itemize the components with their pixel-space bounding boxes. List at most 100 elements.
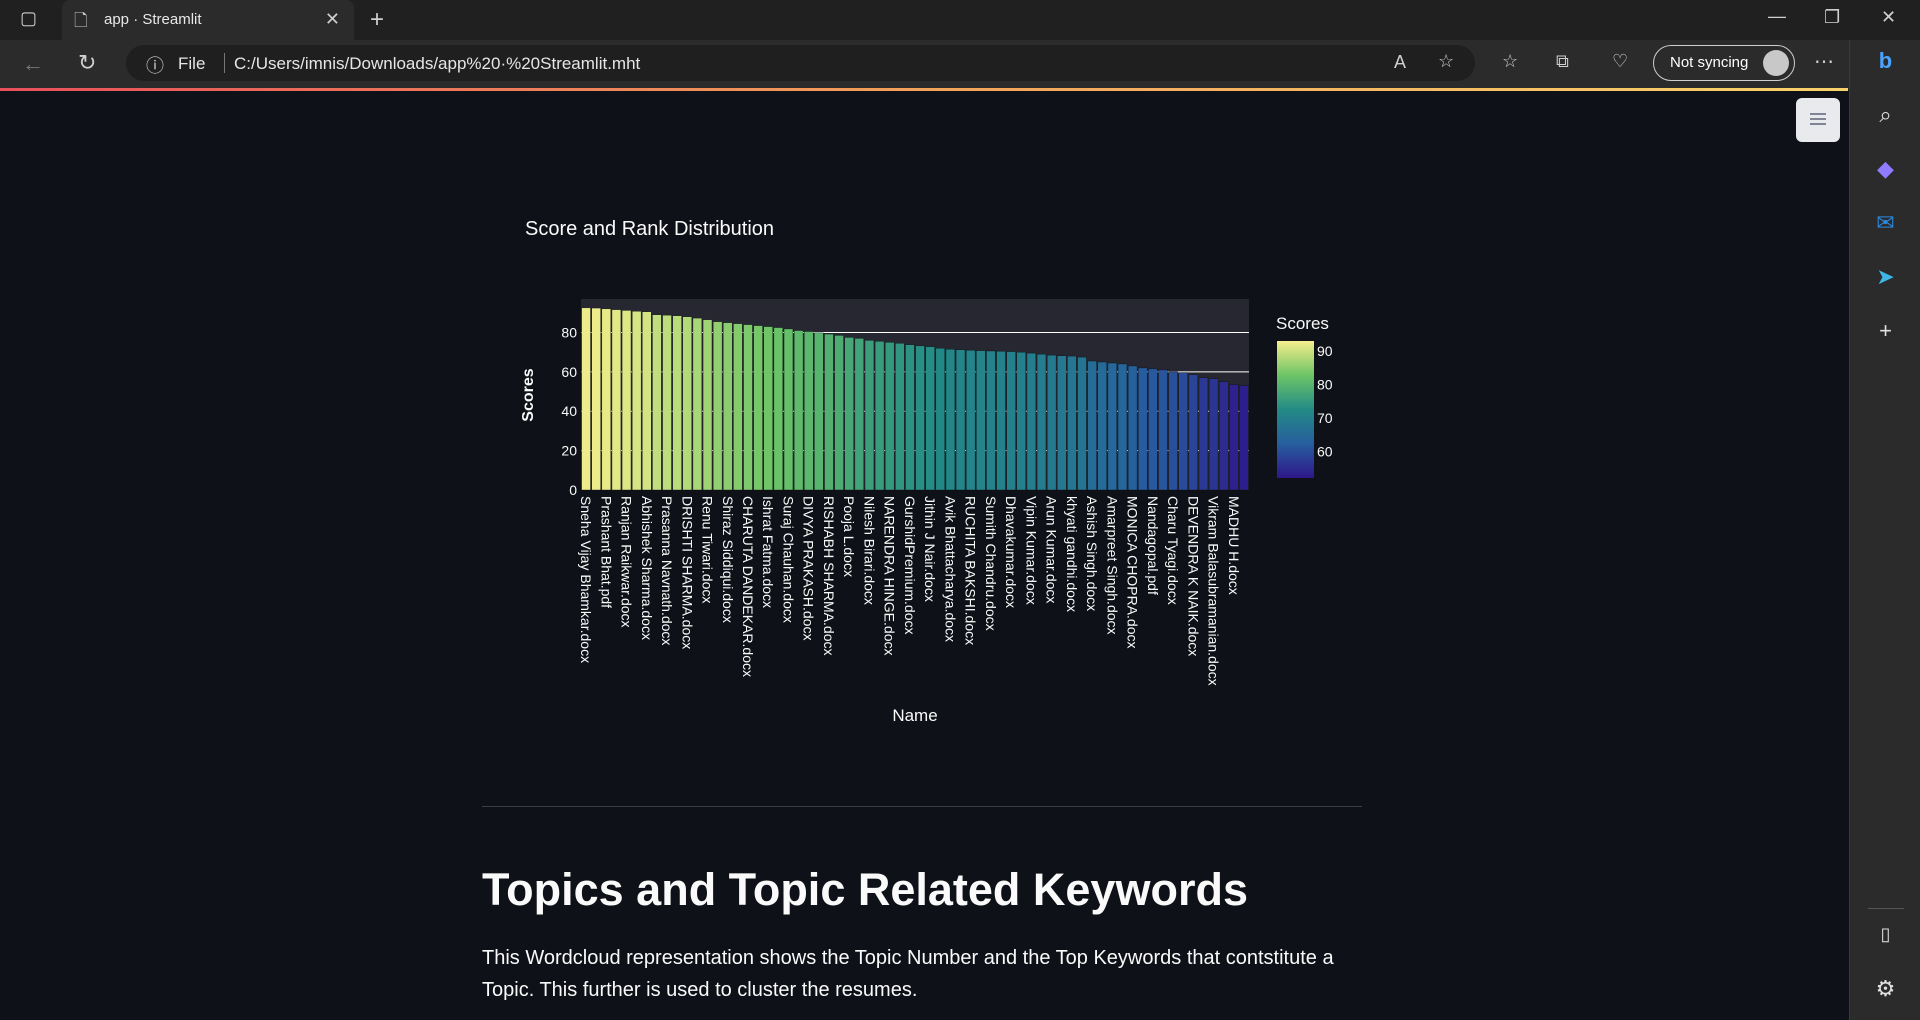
chart-bar — [1057, 355, 1067, 491]
x-tick-label: Amarpreet Singh.docx — [1104, 496, 1120, 635]
x-tick-label: Jithin J Nair.docx — [922, 496, 938, 602]
chart-bar — [945, 349, 956, 491]
chart-bar — [743, 324, 753, 491]
chart-bar — [834, 335, 844, 491]
chart-bar — [915, 345, 925, 491]
chart-bar — [712, 321, 723, 491]
chart-bar — [935, 348, 945, 491]
chart-bar — [1239, 385, 1249, 491]
chart-bar — [682, 316, 692, 491]
x-tick-label: Nilesh Birari.docx — [861, 496, 877, 605]
x-tick-label: NARENDRA HINGE.docx — [882, 496, 898, 655]
edge-sidebar: b ⌕ ◆ ✉ ➤ + ▯ ⚙ — [1849, 40, 1920, 1020]
colorbar-tick-label: 90 — [1317, 343, 1333, 359]
chart-bar — [1087, 360, 1097, 491]
x-tick-label: RISHABH SHARMA.docx — [821, 496, 837, 655]
x-tick-label: DRISHTI SHARMA.docx — [679, 496, 695, 649]
x-tick-label: Ashish Singh.docx — [1084, 496, 1100, 611]
x-tick-label: Vipin Kumar.docx — [1023, 496, 1039, 605]
split-panel-icon[interactable]: ▯ — [1850, 924, 1920, 945]
x-tick-label: MONICA CHOPRA.docx — [1125, 496, 1141, 648]
section-description: This Wordcloud representation shows the … — [482, 947, 1334, 1001]
chart-bar — [1097, 361, 1107, 491]
chart-bar — [1046, 354, 1057, 491]
chart-bar — [804, 331, 814, 491]
send-icon[interactable]: ➤ — [1850, 264, 1920, 290]
chart-bar — [601, 308, 611, 491]
chart-bar — [1208, 378, 1219, 491]
chart-bar — [1168, 371, 1178, 491]
chart-bar — [996, 350, 1006, 491]
x-tick-label: Ishrat Fatma.docx — [760, 496, 776, 608]
section-divider — [482, 806, 1362, 807]
chart-bar — [642, 311, 652, 491]
gear-icon[interactable]: ⚙ — [1850, 976, 1920, 1002]
outlook-icon[interactable]: ✉ — [1850, 210, 1920, 236]
x-tick-label: Avik Bhattacharya.docx — [942, 496, 958, 642]
x-tick-label: Shiraz Siddiqui.docx — [720, 496, 736, 623]
y-tick-label: 20 — [561, 443, 577, 459]
chart-bar — [854, 338, 864, 491]
colorbar-tick-label: 80 — [1317, 376, 1333, 392]
x-tick-label: DEVENDRA K NAIK.docx — [1185, 496, 1201, 656]
colorbar-tick-label: 70 — [1317, 410, 1333, 426]
colorbar-title: Scores — [1276, 314, 1329, 333]
x-tick-label: GurshidPremium.docx — [902, 496, 918, 635]
chart-bar — [621, 310, 632, 491]
x-tick-label: Charu Tyagi.docx — [1165, 496, 1181, 605]
x-tick-label: Suraj Chauhan.docx — [780, 496, 796, 623]
chart-bar — [662, 314, 672, 491]
x-tick-label: Prashant Bhat.pdf — [598, 496, 614, 608]
chart-bar — [1178, 372, 1188, 491]
chart-bar — [672, 315, 682, 491]
y-tick-label: 60 — [561, 364, 577, 380]
chart-bar — [1148, 368, 1158, 491]
y-axis-title: Scores — [520, 368, 537, 421]
chart-bar — [591, 307, 601, 491]
x-tick-label: Ranjan Raikwar.docx — [619, 496, 635, 628]
chart-bar — [864, 340, 875, 491]
chart-bar — [1016, 351, 1026, 491]
chart-bar — [824, 333, 834, 491]
close-window-icon[interactable]: ✕ — [1881, 7, 1896, 28]
chart-bar — [986, 350, 996, 491]
x-tick-label: Prasanna Navnath.docx — [659, 496, 675, 645]
chart-bar — [1117, 363, 1128, 491]
chart-bar — [783, 328, 794, 491]
chart-bar — [1198, 377, 1209, 491]
colorbar — [1277, 341, 1314, 478]
chart-bar — [1158, 369, 1168, 491]
chart-bar — [885, 342, 895, 491]
x-tick-label: Renu Tiwari.docx — [700, 496, 716, 603]
search-icon[interactable]: ⌕ — [1850, 102, 1920, 128]
chart-bar — [976, 350, 986, 491]
chart-bar — [895, 343, 905, 491]
chart-bar — [1077, 356, 1087, 491]
chart-bar — [763, 326, 773, 491]
chart-bar — [955, 349, 966, 491]
chart-bar — [1229, 384, 1239, 491]
chart-bar — [1188, 374, 1198, 491]
chart-bar — [632, 311, 642, 491]
copilot-icon[interactable]: ◆ — [1850, 156, 1920, 182]
chart-bar — [874, 341, 885, 491]
bing-icon[interactable]: b — [1850, 48, 1920, 74]
x-tick-label: RUCHITA BAKSHI.docx — [963, 496, 979, 645]
chart-bar — [905, 344, 915, 491]
y-tick-label: 0 — [569, 482, 577, 498]
chart-bar — [1127, 365, 1138, 491]
x-tick-label: Dhavakumar.docx — [1003, 496, 1019, 608]
x-tick-label: Arun Kumar.docx — [1044, 496, 1060, 603]
chart-bar — [1026, 352, 1037, 491]
y-tick-label: 40 — [561, 403, 577, 419]
x-tick-label: Sneha Vijay Bhamkar.docx — [578, 496, 594, 663]
chart-bar — [753, 325, 763, 491]
add-icon[interactable]: + — [1850, 318, 1920, 344]
x-tick-label: khyati gandhi.docx — [1064, 496, 1080, 612]
chart-bar — [1219, 381, 1229, 491]
chart-bar — [692, 317, 703, 491]
score-rank-bar-chart: 0 20 40 60 80 Sneha Vijay Bhamkar.docx Prashan… — [520, 299, 1333, 725]
chart-bar — [793, 330, 804, 491]
chart-bar — [733, 323, 743, 491]
chart-bar — [1138, 367, 1148, 491]
